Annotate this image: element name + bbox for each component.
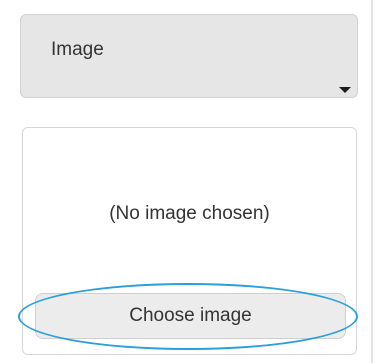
no-image-status: (No image chosen) — [109, 203, 270, 224]
image-type-selected-value: Image — [51, 39, 104, 60]
choose-image-button[interactable]: Choose image — [35, 293, 346, 339]
caret-down-icon — [339, 87, 351, 93]
image-field-panel: Image (No image chosen) Choose image — [0, 0, 375, 363]
image-preview-box: (No image chosen) Choose image — [22, 127, 357, 355]
image-type-dropdown[interactable]: Image — [20, 14, 358, 98]
panel-divider — [371, 0, 373, 363]
